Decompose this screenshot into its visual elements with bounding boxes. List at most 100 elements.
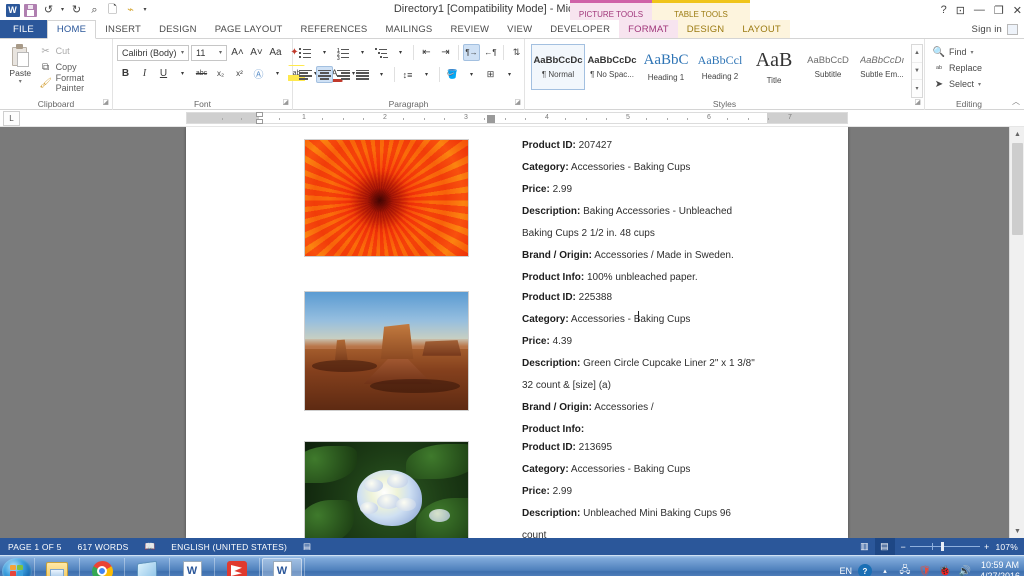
shading-dropdown-icon[interactable]: ▾	[463, 66, 480, 83]
numbering-icon[interactable]: 123	[335, 44, 352, 62]
style-subtitle[interactable]: AaBbCcD Subtitle	[801, 44, 855, 90]
right-to-left-text-direction-icon[interactable]: ←¶	[482, 44, 499, 61]
spelling-and-grammar-check-icon[interactable]: 📖	[136, 541, 163, 552]
bullets-dropdown-icon[interactable]: ▾	[316, 44, 333, 61]
tab-insert[interactable]: INSERT	[96, 20, 150, 38]
hydrangea-flower-photo[interactable]	[304, 441, 469, 538]
tab-developer[interactable]: DEVELOPER	[541, 20, 619, 38]
find-dropdown-icon[interactable]: ▾	[971, 49, 974, 56]
microsoft-word-window-taskbar-icon[interactable]: W	[262, 557, 302, 576]
bullets-icon[interactable]	[297, 44, 314, 61]
tab-review[interactable]: REVIEW	[441, 20, 498, 38]
close-button[interactable]: ✕	[1013, 4, 1022, 17]
strikethrough-icon[interactable]: abc	[193, 65, 210, 82]
scrollbar-thumb[interactable]	[1012, 143, 1023, 235]
change-case-icon[interactable]: Aa	[267, 44, 284, 61]
multilevel-dropdown-icon[interactable]: ▾	[392, 44, 409, 61]
zoom-in-button[interactable]: +	[984, 542, 989, 552]
format-painter-qat-icon[interactable]: ⌁	[123, 3, 138, 18]
text-effects-dropdown-icon[interactable]: ▾	[269, 65, 286, 82]
replace-button[interactable]: ᵃᵇ Replace	[933, 61, 982, 75]
tab-home[interactable]: HOME	[46, 20, 97, 39]
new-document-icon[interactable]: 🗋	[105, 3, 120, 18]
italic-icon[interactable]: I	[136, 65, 153, 82]
clock[interactable]: 10:59 AM 4/27/2016	[978, 560, 1020, 576]
ribbon-display-options-button[interactable]: ⊡	[956, 4, 965, 17]
language-indicator[interactable]: ENGLISH (UNITED STATES)	[163, 542, 295, 552]
minimize-button[interactable]: —	[974, 4, 985, 16]
scroll-up-arrow-icon[interactable]: ▲	[1010, 127, 1024, 141]
antivirus-tray-icon[interactable]: 🐞	[938, 564, 952, 576]
vertical-scrollbar[interactable]: ▲ ▼	[1009, 127, 1024, 538]
subscript-icon[interactable]: x₂	[212, 65, 229, 82]
publisher-taskbar-icon[interactable]	[217, 558, 257, 576]
undo-dropdown-icon[interactable]: ▾	[59, 3, 66, 18]
numbering-dropdown-icon[interactable]: ▾	[354, 44, 371, 61]
chevron-down-icon[interactable]: ▾	[181, 49, 186, 56]
volume-tray-icon[interactable]: 🔊	[958, 564, 972, 576]
hanging-indent-marker[interactable]	[256, 119, 263, 124]
tab-references[interactable]: REFERENCES	[292, 20, 377, 38]
tab-table-layout[interactable]: LAYOUT	[733, 20, 790, 38]
account-avatar-icon[interactable]	[1007, 23, 1018, 35]
collapse-ribbon-icon[interactable]: ︿	[1012, 96, 1020, 107]
justify-dropdown-icon[interactable]: ▾	[373, 66, 390, 83]
customize-quick-access-toolbar-icon[interactable]: ▾	[141, 3, 149, 18]
desert-butte-photo[interactable]	[304, 291, 469, 411]
font-name-combobox[interactable]: Calibri (Body) ▾	[117, 44, 189, 61]
document-page[interactable]: Product ID: 207427 Category: Accessories…	[186, 127, 848, 538]
grow-font-icon[interactable]: A˄	[229, 44, 246, 61]
help-button[interactable]: ?	[941, 4, 947, 16]
sign-in-area[interactable]: Sign in	[972, 20, 1024, 38]
word-count[interactable]: 617 WORDS	[70, 542, 137, 552]
align-center-icon[interactable]	[316, 66, 333, 83]
styles-scroll-up-icon[interactable]: ▲	[912, 45, 922, 63]
sort-icon[interactable]: ⇅	[508, 44, 525, 61]
save-icon[interactable]	[23, 3, 38, 18]
style-heading-2[interactable]: AaBbCcl Heading 2	[693, 44, 747, 90]
first-line-indent-marker[interactable]	[256, 112, 263, 117]
tab-design[interactable]: DESIGN	[150, 20, 206, 38]
line-spacing-dropdown-icon[interactable]: ▾	[418, 66, 435, 83]
underline-dropdown-icon[interactable]: ▾	[174, 65, 191, 82]
read-mode-view-button[interactable]: ▥	[855, 538, 875, 555]
font-size-combobox[interactable]: 11 ▾	[191, 44, 227, 61]
text-effects-icon[interactable]: Ⓐ	[250, 65, 267, 82]
security-tray-icon[interactable]: 🛡	[918, 564, 932, 576]
styles-scroll-down-icon[interactable]: ▼	[912, 63, 922, 81]
tab-stop-selector-button[interactable]: L	[3, 110, 20, 126]
print-preview-icon[interactable]: ⌕	[87, 3, 102, 18]
orange-chrysanthemum-photo[interactable]	[304, 139, 469, 257]
styles-gallery-scrollbar[interactable]: ▲ ▼ ▾	[911, 44, 923, 98]
shrink-font-icon[interactable]: A˅	[248, 44, 265, 61]
macro-recording-icon[interactable]: ▤	[295, 541, 319, 552]
chevron-down-icon[interactable]: ▾	[219, 49, 224, 56]
google-chrome-taskbar-icon[interactable]	[82, 558, 122, 576]
justify-icon[interactable]	[354, 66, 371, 83]
line-spacing-icon[interactable]: ↕≡	[399, 66, 416, 83]
align-left-icon[interactable]	[297, 66, 314, 83]
borders-dropdown-icon[interactable]: ▾	[501, 66, 518, 83]
tab-page-layout[interactable]: PAGE LAYOUT	[206, 20, 292, 38]
style-normal[interactable]: AaBbCcDc ¶ Normal	[531, 44, 585, 90]
tab-picture-format[interactable]: FORMAT	[619, 20, 678, 38]
style-no-spacing[interactable]: AaBbCcDc ¶ No Spac...	[585, 44, 639, 90]
restore-button[interactable]: ❐	[994, 4, 1004, 17]
scroll-down-arrow-icon[interactable]: ▼	[1010, 524, 1024, 538]
format-painter-button[interactable]: 🖌 Format Painter	[39, 73, 108, 93]
sticky-note-taskbar-icon[interactable]	[127, 558, 167, 576]
style-subtle-emphasis[interactable]: AaBbCcDı Subtle Em...	[855, 44, 909, 90]
right-indent-marker[interactable]	[487, 115, 495, 123]
find-button[interactable]: 🔍 Find ▾	[933, 45, 982, 59]
paste-button[interactable]: Paste ▾	[4, 42, 37, 98]
language-tray-indicator[interactable]: EN	[839, 566, 852, 576]
tab-mailings[interactable]: MAILINGS	[376, 20, 441, 38]
clipboard-dialog-launcher-icon[interactable]: ◪	[102, 97, 109, 109]
undo-icon[interactable]: ↺	[41, 3, 56, 18]
paste-dropdown-icon[interactable]: ▾	[19, 78, 22, 85]
style-title[interactable]: AaB Title	[747, 44, 801, 90]
product-details[interactable]: Product ID: 207427 Category: Accessories…	[522, 135, 852, 289]
product-details[interactable]: Product ID: 225388 Category: Accessories…	[522, 287, 852, 441]
network-tray-icon[interactable]: 🖧	[898, 564, 912, 576]
bold-icon[interactable]: B	[117, 65, 134, 82]
